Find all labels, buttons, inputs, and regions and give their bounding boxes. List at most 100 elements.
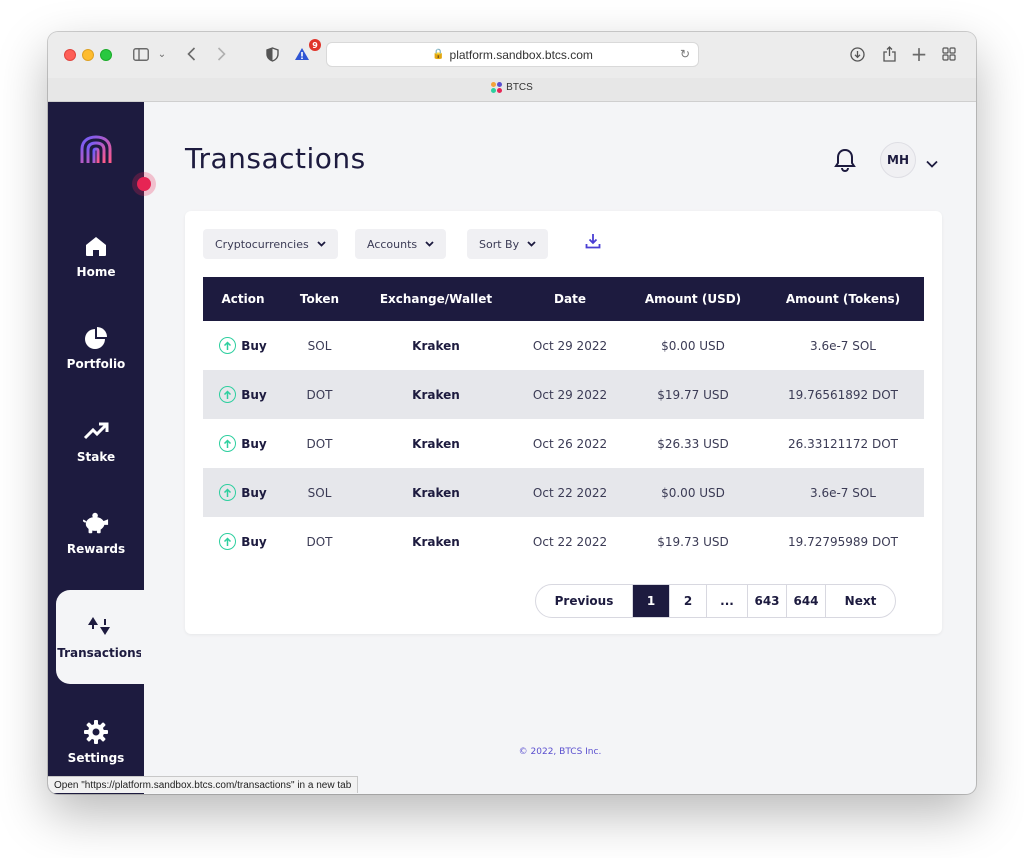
amount-usd-cell: $19.77 USD: [657, 387, 729, 402]
zoom-window-button[interactable]: [100, 49, 112, 61]
sidebar-item-portfolio[interactable]: Portfolio: [48, 303, 144, 393]
filter-label: Sort By: [479, 237, 520, 251]
tab-bar: BTCS: [48, 78, 976, 102]
token-cell: SOL: [307, 338, 332, 353]
browser-window: ⌄ 9 🔒 platform.sandbox.btcs.com ↻ + BTCS…: [48, 32, 976, 794]
active-tab[interactable]: BTCS: [48, 82, 976, 93]
sidebar-item-transactions[interactable]: Transactions: [56, 590, 145, 684]
exchange-cell: Kraken: [412, 436, 460, 451]
new-tab-icon[interactable]: +: [910, 42, 928, 66]
sidebar: Home Portfolio Stake Rewards Transaction…: [48, 102, 145, 794]
page-button-643[interactable]: 643: [747, 585, 786, 617]
home-icon: [83, 233, 109, 259]
sort-by-filter[interactable]: Sort By: [467, 229, 549, 259]
sidebar-item-stake[interactable]: Stake: [48, 396, 144, 486]
amount-tokens-cell: 3.6e-7 SOL: [810, 485, 876, 500]
share-icon[interactable]: [880, 43, 898, 65]
column-header-amount-usd[interactable]: Amount (USD): [624, 292, 762, 306]
close-window-button[interactable]: [64, 49, 76, 61]
sidebar-item-rewards[interactable]: Rewards: [48, 488, 144, 578]
date-cell: Oct 22 2022: [532, 485, 608, 500]
reload-icon[interactable]: ↻: [680, 47, 690, 61]
bell-icon[interactable]: [834, 148, 856, 176]
sidebar-item-label: Rewards: [66, 542, 126, 556]
privacy-shield-icon[interactable]: [264, 43, 280, 65]
extension-badge: 9: [309, 39, 321, 51]
tab-overview-icon[interactable]: [940, 43, 958, 65]
page-button-1[interactable]: 1: [632, 585, 669, 617]
action-label: Buy: [241, 387, 267, 402]
page-button-2[interactable]: 2: [669, 585, 706, 617]
sidebar-item-home[interactable]: Home: [48, 211, 144, 301]
action-label: Buy: [241, 338, 267, 353]
piggy-bank-icon: [83, 510, 109, 536]
back-icon[interactable]: [184, 43, 198, 65]
page-button-644[interactable]: 644: [786, 585, 825, 617]
chevron-down-icon: [317, 241, 326, 247]
action-label: Buy: [241, 534, 267, 549]
avatar[interactable]: MH: [880, 142, 916, 178]
amount-usd-cell: $19.73 USD: [657, 534, 729, 549]
tab-title: BTCS: [506, 82, 533, 93]
minimize-window-button[interactable]: [82, 49, 94, 61]
download-icon[interactable]: [585, 233, 601, 253]
sidebar-menu-chevron-icon[interactable]: ⌄: [156, 43, 168, 65]
column-header-action[interactable]: Action: [203, 292, 283, 306]
amount-tokens-cell: 19.72795989 DOT: [788, 534, 898, 549]
token-cell: DOT: [306, 436, 333, 451]
forward-icon[interactable]: [214, 43, 228, 65]
btcs-favicon-icon: [491, 82, 503, 93]
amount-usd-cell: $0.00 USD: [661, 338, 725, 353]
action-cell: Buy: [203, 337, 283, 354]
chevron-down-icon: [425, 241, 434, 247]
browser-toolbar: ⌄ 9 🔒 platform.sandbox.btcs.com ↻ +: [48, 32, 976, 78]
token-cell: DOT: [306, 387, 333, 402]
gear-icon: [83, 719, 109, 745]
sidebar-item-settings[interactable]: Settings: [48, 697, 144, 787]
transactions-card: Cryptocurrencies Accounts Sort By Action…: [185, 211, 942, 634]
url-text: platform.sandbox.btcs.com: [449, 47, 593, 62]
exchange-cell: Kraken: [412, 534, 460, 549]
exchange-cell: Kraken: [412, 485, 460, 500]
date-cell: Oct 26 2022: [532, 436, 608, 451]
amount-usd-cell: $26.33 USD: [657, 436, 729, 451]
buy-arrow-icon: [219, 337, 237, 354]
next-page-button[interactable]: Next: [825, 585, 895, 617]
table-row[interactable]: Buy DOT Kraken Oct 26 2022 $26.33 USD 26…: [203, 419, 924, 468]
table-row[interactable]: Buy DOT Kraken Oct 22 2022 $19.73 USD 19…: [203, 517, 924, 566]
column-header-token[interactable]: Token: [283, 292, 356, 306]
buy-arrow-icon: [219, 435, 237, 452]
amount-tokens-cell: 19.76561892 DOT: [788, 387, 898, 402]
btcs-logo-icon[interactable]: [78, 135, 114, 169]
page-ellipsis: ...: [706, 585, 747, 617]
column-header-exchange[interactable]: Exchange/Wallet: [356, 292, 516, 306]
table-row[interactable]: Buy DOT Kraken Oct 29 2022 $19.77 USD 19…: [203, 370, 924, 419]
column-header-date[interactable]: Date: [516, 292, 624, 306]
transactions-icon: [87, 614, 113, 640]
action-cell: Buy: [203, 533, 283, 550]
sidebar-item-label: Portfolio: [66, 357, 126, 371]
chevron-down-icon[interactable]: [926, 153, 938, 172]
previous-page-button[interactable]: Previous: [536, 585, 632, 617]
footer-copyright: © 2022, BTCS Inc.: [518, 747, 602, 757]
column-header-amount-tokens[interactable]: Amount (Tokens): [762, 292, 924, 306]
table-row[interactable]: Buy SOL Kraken Oct 22 2022 $0.00 USD 3.6…: [203, 468, 924, 517]
sidebar-toggle-icon[interactable]: [132, 43, 150, 65]
buy-arrow-icon: [219, 533, 237, 550]
downloads-icon[interactable]: [848, 43, 866, 65]
filter-label: Cryptocurrencies: [215, 237, 309, 251]
notification-indicator-icon[interactable]: [132, 172, 156, 196]
sidebar-item-label: Home: [76, 265, 116, 279]
sidebar-item-label: Stake: [76, 450, 116, 464]
action-cell: Buy: [203, 484, 283, 501]
accounts-filter[interactable]: Accounts: [355, 229, 447, 259]
transactions-table: Action Token Exchange/Wallet Date Amount…: [203, 277, 924, 566]
sidebar-item-label: Transactions: [57, 646, 143, 660]
cryptocurrencies-filter[interactable]: Cryptocurrencies: [203, 229, 338, 259]
address-bar[interactable]: 🔒 platform.sandbox.btcs.com ↻: [326, 42, 699, 67]
table-row[interactable]: Buy SOL Kraken Oct 29 2022 $0.00 USD 3.6…: [203, 321, 924, 370]
amount-usd-cell: $0.00 USD: [661, 485, 725, 500]
date-cell: Oct 29 2022: [532, 387, 608, 402]
buy-arrow-icon: [219, 484, 237, 501]
status-bar-link-preview: Open "https://platform.sandbox.btcs.com/…: [48, 776, 359, 793]
